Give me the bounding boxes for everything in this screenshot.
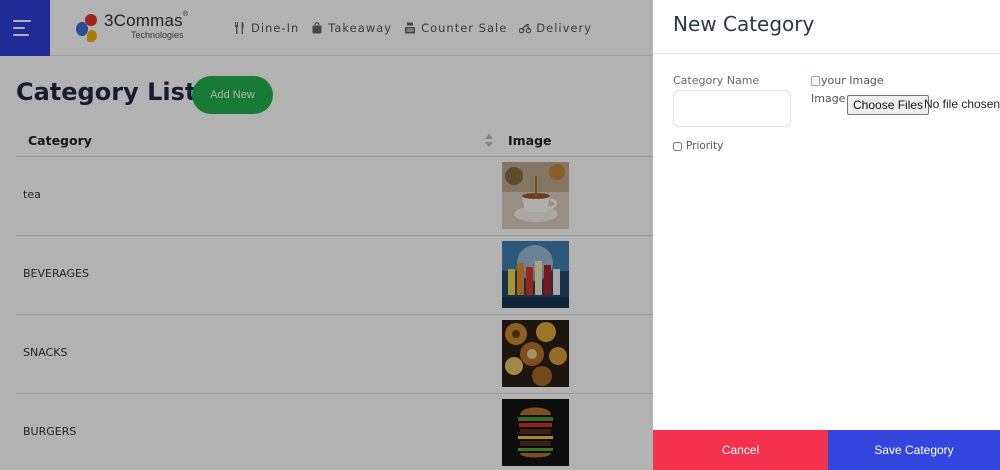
divider (653, 53, 1000, 54)
save-category-button[interactable]: Save Category (828, 430, 1000, 470)
category-name-input[interactable] (673, 90, 791, 127)
priority-option[interactable]: Priority (673, 140, 723, 152)
new-category-panel: New Category Category Name Priority your… (653, 0, 1000, 470)
panel-title: New Category (673, 12, 815, 36)
broken-image-icon (811, 75, 820, 86)
image-alt-text: your Image (821, 74, 884, 87)
modal-backdrop[interactable] (0, 0, 653, 470)
choose-files-button[interactable]: Choose Files (847, 95, 930, 115)
image-preview: your Image (811, 74, 884, 87)
file-status: No file chosen (924, 97, 1000, 111)
cancel-button[interactable]: Cancel (653, 430, 828, 470)
category-name-label: Category Name (673, 74, 760, 87)
image-label: Image (811, 92, 846, 105)
priority-checkbox[interactable] (673, 141, 682, 151)
priority-label: Priority (686, 140, 724, 152)
